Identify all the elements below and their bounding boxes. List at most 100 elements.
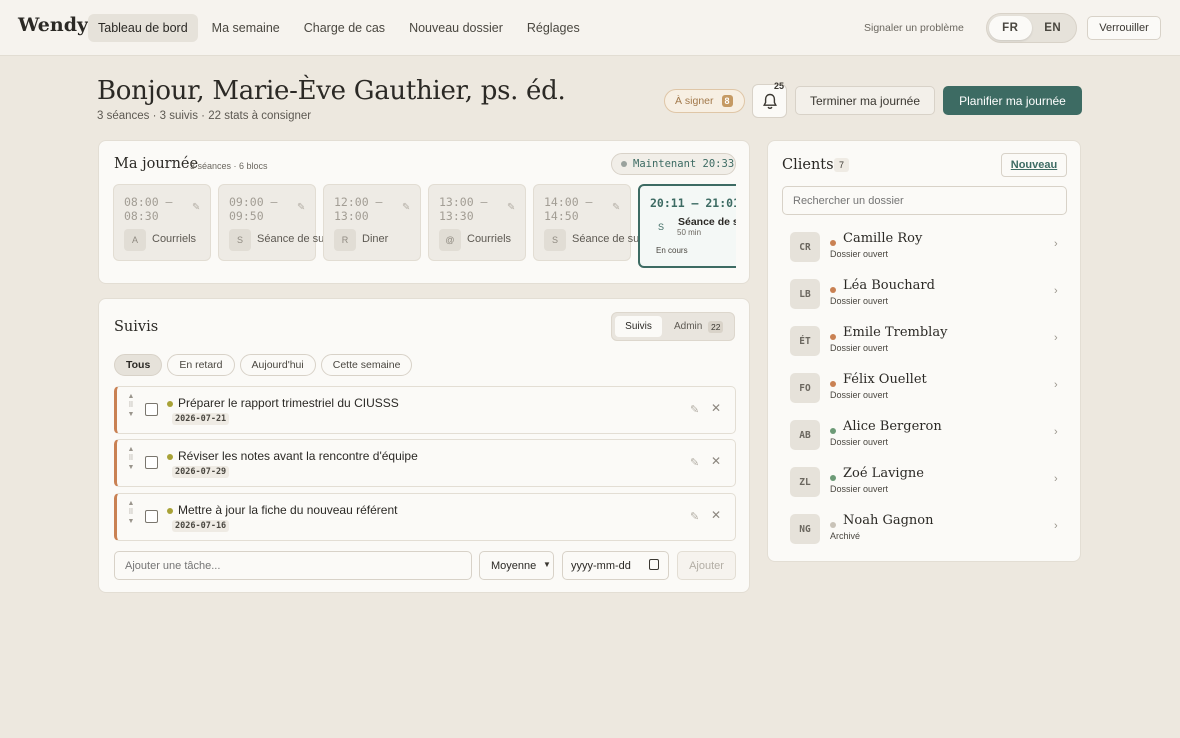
client-name: Noah Gagnon [843, 513, 934, 528]
edit-pencil-icon[interactable]: ✎ [690, 403, 699, 416]
pencil-icon[interactable]: ✎ [192, 202, 200, 213]
pencil-icon[interactable]: ✎ [402, 202, 410, 213]
edit-pencil-icon[interactable]: ✎ [690, 456, 699, 469]
filter-all[interactable]: Tous [114, 354, 163, 376]
client-status: Dossier ouvert [830, 437, 889, 447]
filter-late[interactable]: En retard [167, 354, 235, 376]
client-row[interactable]: CR Camille Roy Dossier ouvert › [782, 226, 1067, 268]
day-block[interactable]: 09:00 – 09:50 ✎ S Séance de suivi [218, 184, 335, 261]
pencil-icon[interactable]: ✎ [297, 202, 305, 213]
block-type-icon: S [229, 229, 251, 251]
reorder-handle[interactable]: ▲ ⠿ ▼ [126, 392, 136, 419]
day-timeline: 08:00 – 08:30 ✎ A Courriels 09:00 – 09:5… [113, 184, 736, 268]
client-row[interactable]: ZL Zoé Lavigne Dossier ouvert › [782, 461, 1067, 503]
delete-x-icon[interactable]: ✕ [711, 508, 721, 522]
block-type-icon: A [124, 229, 146, 251]
task-row: ▲ ⠿ ▼ Mettre à jour la fiche du nouveau ré… [114, 493, 736, 541]
reorder-handle[interactable]: ▲ ⠿ ▼ [126, 445, 136, 472]
follow-ups-tabs: Suivis Admin 22 [611, 312, 735, 341]
tab-suivis[interactable]: Suivis [615, 316, 662, 337]
clients-card: Clients 7 Nouveau CR Camille Roy Dossier… [767, 140, 1081, 562]
plan-day-button[interactable]: Planifier ma journée [943, 86, 1082, 115]
client-avatar: ÉT [790, 326, 820, 356]
priority-select[interactable]: Moyenne ▼ [479, 551, 554, 580]
status-dot [830, 522, 836, 528]
app-logo[interactable]: Wendy [18, 14, 88, 36]
date-placeholder: yyyy-mm-dd [571, 559, 631, 572]
task-row: ▲ ⠿ ▼ Réviser les notes avant la rencontre… [114, 439, 736, 487]
filter-chips: Tous En retard Aujourd'hui Cette semaine [114, 354, 413, 376]
to-sign-button[interactable]: À signer 8 [664, 89, 745, 113]
add-task-input[interactable] [114, 551, 472, 580]
client-avatar: ZL [790, 467, 820, 497]
block-time: 14:00 – 14:50 [544, 195, 593, 223]
block-label: Courriels [467, 233, 512, 245]
pencil-icon[interactable]: ✎ [507, 202, 515, 213]
client-row[interactable]: NG Noah Gagnon Archivé › [782, 508, 1067, 550]
nav-new-file[interactable]: Nouveau dossier [399, 14, 513, 42]
nav-dashboard[interactable]: Tableau de bord [88, 14, 198, 42]
delete-x-icon[interactable]: ✕ [711, 401, 721, 415]
status-dot [830, 428, 836, 434]
client-name: Emile Tremblay [843, 325, 948, 340]
client-status: Dossier ouvert [830, 343, 889, 353]
day-block[interactable]: 14:00 – 14:50 ✎ S Séance de suivi [533, 184, 650, 261]
nav-my-week[interactable]: Ma semaine [202, 14, 290, 42]
filter-today[interactable]: Aujourd'hui [239, 354, 316, 376]
task-checkbox[interactable] [145, 456, 158, 469]
client-row[interactable]: FO Félix Ouellet Dossier ouvert › [782, 367, 1067, 409]
now-indicator: Maintenant 20:33 [611, 153, 736, 175]
client-row[interactable]: AB Alice Bergeron Dossier ouvert › [782, 414, 1067, 456]
block-label: Courriels [152, 233, 197, 245]
delete-x-icon[interactable]: ✕ [711, 454, 721, 468]
client-search-input[interactable] [782, 186, 1067, 215]
block-label: Séance de suivi [678, 216, 736, 228]
block-time: 12:00 – 13:00 [334, 195, 383, 223]
day-block[interactable]: 12:00 – 13:00 ✎ R Diner [323, 184, 421, 261]
client-row[interactable]: ÉT Emile Tremblay Dossier ouvert › [782, 320, 1067, 362]
priority-dot [167, 401, 173, 407]
lang-en-option[interactable]: EN [1032, 16, 1075, 40]
reorder-handle[interactable]: ▲ ⠿ ▼ [126, 499, 136, 526]
task-checkbox[interactable] [145, 510, 158, 523]
due-date-input[interactable]: yyyy-mm-dd [562, 551, 669, 580]
nav-caseload[interactable]: Charge de cas [294, 14, 395, 42]
report-problem-link[interactable]: Signaler un problème [864, 22, 964, 34]
day-block[interactable]: 13:00 – 13:30 ✎ @ Courriels [428, 184, 526, 261]
current-day-block[interactable]: 20:11 – 21:01 S Séance de suivi 50 min E… [638, 184, 736, 268]
client-row[interactable]: LB Léa Bouchard Dossier ouvert › [782, 273, 1067, 315]
pencil-icon[interactable]: ✎ [612, 202, 620, 213]
task-due-date: 2026-07-29 [172, 466, 230, 478]
block-time: 09:00 – 09:50 [229, 195, 278, 223]
block-time: 20:11 – 21:01 [650, 196, 736, 210]
my-day-subtitle: 3 séances · 6 blocs [190, 161, 268, 171]
now-dot [621, 161, 627, 167]
new-client-button[interactable]: Nouveau [1001, 153, 1067, 177]
follow-ups-card: Suivis Suivis Admin 22 Tous En retard Au… [98, 298, 750, 593]
lock-button[interactable]: Verrouiller [1087, 16, 1161, 40]
greeting-title: Bonjour, Marie-Ève Gauthier, ps. éd. [97, 76, 566, 106]
lang-fr-option[interactable]: FR [989, 16, 1032, 40]
task-due-date: 2026-07-21 [172, 413, 230, 425]
calendar-icon[interactable] [649, 559, 659, 570]
client-avatar: LB [790, 279, 820, 309]
task-checkbox[interactable] [145, 403, 158, 416]
chevron-right-icon: › [1054, 379, 1058, 391]
day-summary: 3 séances · 3 suivis · 22 stats à consig… [97, 110, 312, 122]
client-status: Dossier ouvert [830, 484, 889, 494]
my-day-card: Ma journée 3 séances · 6 blocs Maintenan… [98, 140, 750, 284]
chevron-right-icon: › [1054, 332, 1058, 344]
client-status: Dossier ouvert [830, 390, 889, 400]
add-task-button[interactable]: Ajouter [677, 551, 736, 580]
language-toggle: FR EN [986, 13, 1077, 43]
nav-settings[interactable]: Réglages [517, 14, 590, 42]
block-type-icon: R [334, 229, 356, 251]
edit-pencil-icon[interactable]: ✎ [690, 510, 699, 523]
client-name: Zoé Lavigne [843, 466, 924, 481]
day-block[interactable]: 08:00 – 08:30 ✎ A Courriels [113, 184, 211, 261]
block-type-icon: @ [439, 229, 461, 251]
filter-this-week[interactable]: Cette semaine [320, 354, 413, 376]
admin-count-badge: 22 [708, 321, 724, 333]
end-day-button[interactable]: Terminer ma journée [795, 86, 935, 115]
tab-admin[interactable]: Admin [674, 321, 702, 332]
